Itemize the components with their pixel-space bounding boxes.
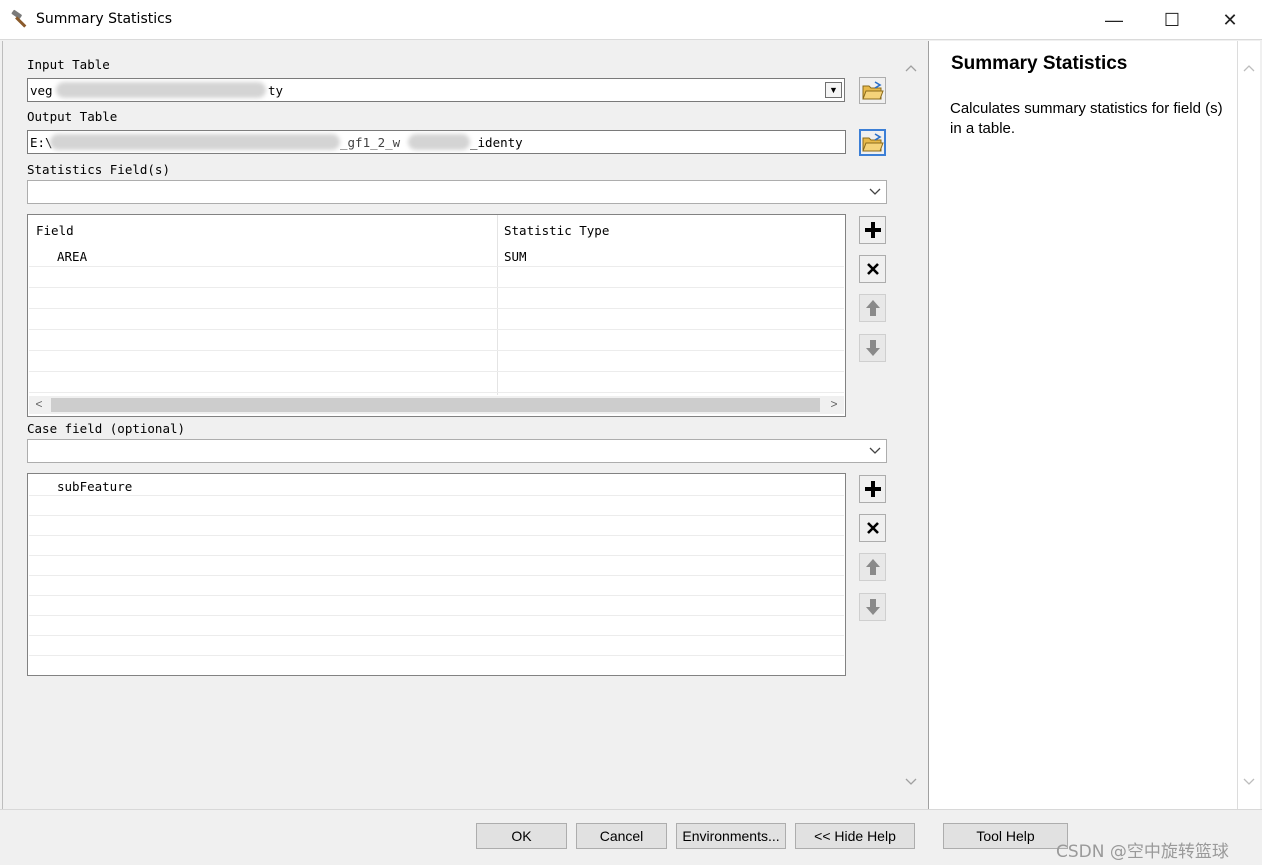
case-field-item[interactable]: subFeature [57,479,132,494]
list-item[interactable] [29,576,844,596]
input-table-browse-button[interactable] [859,77,886,104]
scroll-thumb[interactable] [51,398,820,412]
redacted-region [408,134,470,150]
watermark-text: CSDN @空中旋转篮球 [1056,842,1229,862]
scroll-left-icon[interactable]: < [31,397,47,413]
plus-icon [864,222,881,238]
scroll-up-icon[interactable] [903,61,919,77]
environments-button[interactable]: Environments... [676,823,786,849]
close-button[interactable]: ✕ [1201,0,1259,40]
table-row[interactable]: AREA SUM [29,246,844,267]
scroll-right-icon[interactable]: > [826,397,842,413]
tool-help-button[interactable]: Tool Help [943,823,1068,849]
case-move-up-button[interactable] [859,553,886,581]
open-folder-icon [861,132,884,151]
case-move-down-button[interactable] [859,593,886,621]
window-title: Summary Statistics [36,11,173,27]
x-icon [866,263,879,275]
table-row[interactable] [29,351,844,372]
output-table-input[interactable]: E:\ _gf1_2_w _identy [27,130,846,154]
plus-icon [864,481,881,497]
redacted-region [50,134,340,150]
close-icon: ✕ [1222,9,1238,30]
list-item[interactable] [29,596,844,616]
list-item[interactable] [29,536,844,556]
output-table-value-mid: _gf1_2_w [340,135,401,150]
scroll-up-icon[interactable] [1241,61,1257,77]
statistics-fields-label: Statistics Field(s) [27,162,170,177]
move-down-button[interactable] [859,334,886,362]
statistic-type-cell[interactable]: SUM [504,249,527,264]
redacted-region [56,82,266,98]
maximize-icon: ☐ [1163,9,1181,30]
table-row[interactable] [29,288,844,309]
statistics-field-dropdown[interactable] [27,180,887,204]
list-item[interactable] [29,516,844,536]
table-row[interactable] [29,372,844,393]
table-row[interactable] [29,309,844,330]
chevron-down-icon [869,447,881,454]
minimize-icon: — [1105,9,1123,30]
list-item[interactable] [29,636,844,656]
button-bar: OK Cancel Environments... << Hide Help T… [0,809,1262,865]
add-case-field-button[interactable] [859,475,886,503]
cancel-button[interactable]: Cancel [576,823,667,849]
case-field-list: subFeature [27,473,846,676]
output-table-label: Output Table [27,109,118,124]
help-description: Calculates summary statistics for field … [950,100,1223,137]
arrow-down-icon [865,340,880,356]
add-statistic-button[interactable] [859,216,886,244]
scroll-down-icon[interactable] [903,773,919,789]
hide-help-button[interactable]: << Hide Help [795,823,915,849]
table-row[interactable] [29,267,844,288]
output-table-value-end: _identy [470,135,523,150]
grid-header-field: Field [36,223,74,238]
remove-case-field-button[interactable] [859,514,886,542]
arrow-up-icon [865,300,880,316]
dropdown-arrow-icon[interactable]: ▼ [825,82,842,98]
table-row[interactable] [29,330,844,351]
parameters-scrollbar[interactable] [900,41,922,809]
hammer-icon [11,9,27,28]
title-bar: Summary Statistics — ☐ ✕ [0,0,1262,40]
list-item[interactable] [29,616,844,636]
grid-header-statistic-type: Statistic Type [504,223,610,238]
chevron-down-icon [869,188,881,195]
case-field-dropdown[interactable] [27,439,887,463]
arrow-up-icon [865,559,880,575]
help-pane: Summary Statistics Calculates summary st… [928,41,1238,809]
list-item[interactable] [29,496,844,516]
input-table-label: Input Table [27,57,110,72]
help-scrollbar[interactable] [1238,41,1260,809]
minimize-button[interactable]: — [1085,0,1143,40]
move-up-button[interactable] [859,294,886,322]
open-folder-icon [861,80,884,99]
list-item[interactable] [29,556,844,576]
scroll-down-icon[interactable] [1241,773,1257,789]
statistics-grid: Field Statistic Type AREA SUM < > [27,214,846,417]
case-field-label: Case field (optional) [27,421,186,436]
help-title: Summary Statistics [951,53,1128,74]
input-table-combo[interactable]: veg ty ▼ [27,78,845,102]
input-table-value-end: ty [268,83,284,98]
list-item[interactable]: subFeature [29,475,844,496]
field-cell[interactable]: AREA [57,249,87,264]
remove-statistic-button[interactable] [859,255,886,283]
arrow-down-icon [865,599,880,615]
maximize-button[interactable]: ☐ [1143,0,1201,40]
ok-button[interactable]: OK [476,823,567,849]
output-table-browse-button[interactable] [859,129,886,156]
horizontal-scrollbar[interactable]: < > [29,396,844,414]
x-icon [866,522,879,534]
input-table-value-start: veg [30,83,53,98]
